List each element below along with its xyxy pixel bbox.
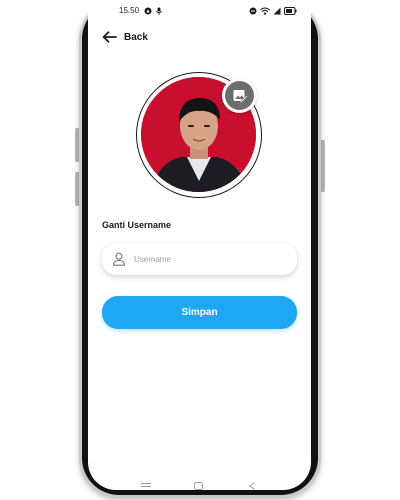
edit-photo-inner bbox=[225, 81, 254, 110]
home-icon[interactable] bbox=[194, 482, 203, 490]
menu-icon[interactable] bbox=[141, 482, 151, 490]
stage: 15.50 Back Ganti Username Username Simpa… bbox=[0, 0, 400, 500]
save-button[interactable]: Simpan bbox=[102, 296, 297, 329]
user-icon bbox=[112, 252, 126, 266]
back-button[interactable]: Back bbox=[102, 31, 148, 43]
section-label: Ganti Username bbox=[102, 220, 172, 230]
username-field[interactable] bbox=[102, 243, 297, 275]
status-time: 15.50 bbox=[119, 6, 140, 15]
notification-icon bbox=[144, 7, 152, 15]
username-input[interactable] bbox=[132, 253, 286, 265]
system-nav-bar bbox=[88, 480, 311, 490]
app-screen: 15.50 Back Ganti Username Username Simpa… bbox=[88, 0, 311, 490]
edit-photo-button[interactable] bbox=[222, 78, 257, 113]
app-notification-icon bbox=[156, 7, 162, 15]
dnd-icon bbox=[249, 7, 257, 15]
arrow-left-icon bbox=[102, 31, 117, 43]
back-nav-icon[interactable] bbox=[248, 482, 256, 490]
edit-image-icon bbox=[233, 89, 248, 103]
status-indicators bbox=[249, 7, 297, 15]
signal-icon bbox=[273, 7, 281, 15]
status-bar: 15.50 bbox=[88, 0, 311, 18]
back-label: Back bbox=[124, 31, 148, 43]
battery-icon bbox=[284, 7, 297, 15]
wifi-icon bbox=[260, 7, 270, 15]
